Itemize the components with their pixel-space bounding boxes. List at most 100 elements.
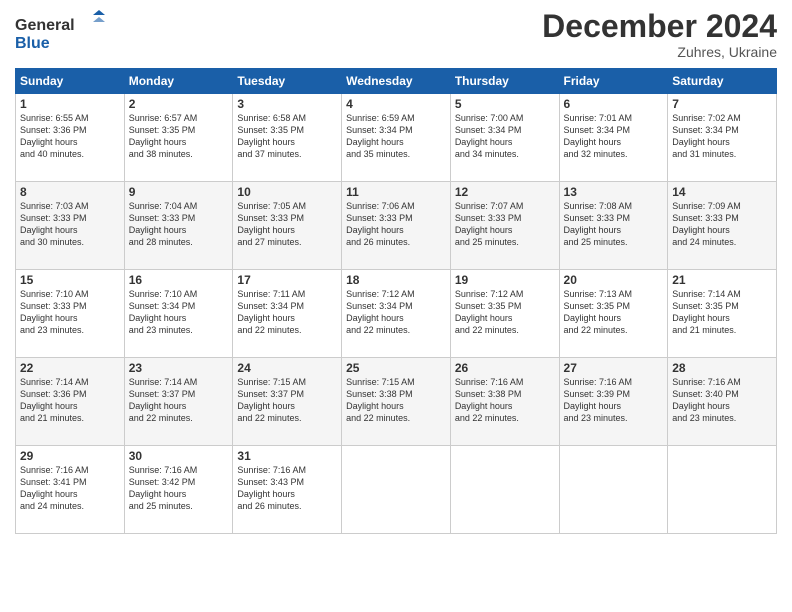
day-info: Sunrise: 7:03 AM Sunset: 3:33 PM Dayligh…: [20, 201, 89, 247]
table-row: 2 Sunrise: 6:57 AM Sunset: 3:35 PM Dayli…: [124, 94, 233, 182]
day-number: 21: [672, 273, 772, 287]
table-row: 14 Sunrise: 7:09 AM Sunset: 3:33 PM Dayl…: [668, 182, 777, 270]
day-info: Sunrise: 7:07 AM Sunset: 3:33 PM Dayligh…: [455, 201, 524, 247]
day-number: 9: [129, 185, 229, 199]
table-row: 26 Sunrise: 7:16 AM Sunset: 3:38 PM Dayl…: [450, 358, 559, 446]
table-row: 18 Sunrise: 7:12 AM Sunset: 3:34 PM Dayl…: [342, 270, 451, 358]
day-number: 8: [20, 185, 120, 199]
day-info: Sunrise: 7:05 AM Sunset: 3:33 PM Dayligh…: [237, 201, 306, 247]
table-row: 28 Sunrise: 7:16 AM Sunset: 3:40 PM Dayl…: [668, 358, 777, 446]
col-tuesday: Tuesday: [233, 69, 342, 94]
day-number: 13: [564, 185, 664, 199]
table-row: [668, 446, 777, 534]
col-wednesday: Wednesday: [342, 69, 451, 94]
day-info: Sunrise: 7:16 AM Sunset: 3:40 PM Dayligh…: [672, 377, 741, 423]
day-number: 2: [129, 97, 229, 111]
calendar-week-row: 29 Sunrise: 7:16 AM Sunset: 3:41 PM Dayl…: [16, 446, 777, 534]
table-row: 31 Sunrise: 7:16 AM Sunset: 3:43 PM Dayl…: [233, 446, 342, 534]
day-info: Sunrise: 7:01 AM Sunset: 3:34 PM Dayligh…: [564, 113, 633, 159]
table-row: 24 Sunrise: 7:15 AM Sunset: 3:37 PM Dayl…: [233, 358, 342, 446]
table-row: 9 Sunrise: 7:04 AM Sunset: 3:33 PM Dayli…: [124, 182, 233, 270]
day-number: 19: [455, 273, 555, 287]
day-info: Sunrise: 6:55 AM Sunset: 3:36 PM Dayligh…: [20, 113, 89, 159]
day-info: Sunrise: 7:10 AM Sunset: 3:33 PM Dayligh…: [20, 289, 89, 335]
day-info: Sunrise: 7:16 AM Sunset: 3:42 PM Dayligh…: [129, 465, 198, 511]
day-number: 1: [20, 97, 120, 111]
day-number: 29: [20, 449, 120, 463]
table-row: [559, 446, 668, 534]
logo-icon: General Blue: [15, 10, 105, 55]
table-row: 22 Sunrise: 7:14 AM Sunset: 3:36 PM Dayl…: [16, 358, 125, 446]
table-row: 6 Sunrise: 7:01 AM Sunset: 3:34 PM Dayli…: [559, 94, 668, 182]
calendar-week-row: 1 Sunrise: 6:55 AM Sunset: 3:36 PM Dayli…: [16, 94, 777, 182]
day-number: 25: [346, 361, 446, 375]
page-header: General Blue December 2024 Zuhres, Ukrai…: [15, 10, 777, 60]
day-number: 17: [237, 273, 337, 287]
table-row: 21 Sunrise: 7:14 AM Sunset: 3:35 PM Dayl…: [668, 270, 777, 358]
day-info: Sunrise: 7:14 AM Sunset: 3:35 PM Dayligh…: [672, 289, 741, 335]
day-info: Sunrise: 6:57 AM Sunset: 3:35 PM Dayligh…: [129, 113, 198, 159]
table-row: 20 Sunrise: 7:13 AM Sunset: 3:35 PM Dayl…: [559, 270, 668, 358]
calendar-table: Sunday Monday Tuesday Wednesday Thursday…: [15, 68, 777, 534]
day-info: Sunrise: 7:16 AM Sunset: 3:39 PM Dayligh…: [564, 377, 633, 423]
table-row: 1 Sunrise: 6:55 AM Sunset: 3:36 PM Dayli…: [16, 94, 125, 182]
table-row: 16 Sunrise: 7:10 AM Sunset: 3:34 PM Dayl…: [124, 270, 233, 358]
day-info: Sunrise: 7:12 AM Sunset: 3:35 PM Dayligh…: [455, 289, 524, 335]
col-thursday: Thursday: [450, 69, 559, 94]
title-section: December 2024 Zuhres, Ukraine: [542, 10, 777, 60]
day-info: Sunrise: 7:13 AM Sunset: 3:35 PM Dayligh…: [564, 289, 633, 335]
calendar-week-row: 22 Sunrise: 7:14 AM Sunset: 3:36 PM Dayl…: [16, 358, 777, 446]
col-monday: Monday: [124, 69, 233, 94]
table-row: [450, 446, 559, 534]
table-row: 23 Sunrise: 7:14 AM Sunset: 3:37 PM Dayl…: [124, 358, 233, 446]
day-number: 30: [129, 449, 229, 463]
day-info: Sunrise: 7:10 AM Sunset: 3:34 PM Dayligh…: [129, 289, 198, 335]
day-number: 22: [20, 361, 120, 375]
day-info: Sunrise: 7:00 AM Sunset: 3:34 PM Dayligh…: [455, 113, 524, 159]
day-info: Sunrise: 6:58 AM Sunset: 3:35 PM Dayligh…: [237, 113, 306, 159]
svg-text:General: General: [15, 17, 75, 34]
day-number: 15: [20, 273, 120, 287]
col-friday: Friday: [559, 69, 668, 94]
table-row: 30 Sunrise: 7:16 AM Sunset: 3:42 PM Dayl…: [124, 446, 233, 534]
day-number: 10: [237, 185, 337, 199]
day-info: Sunrise: 7:14 AM Sunset: 3:37 PM Dayligh…: [129, 377, 198, 423]
month-title: December 2024: [542, 10, 777, 42]
logo: General Blue: [15, 10, 105, 55]
table-row: 13 Sunrise: 7:08 AM Sunset: 3:33 PM Dayl…: [559, 182, 668, 270]
day-number: 24: [237, 361, 337, 375]
col-sunday: Sunday: [16, 69, 125, 94]
day-number: 12: [455, 185, 555, 199]
day-number: 20: [564, 273, 664, 287]
day-number: 6: [564, 97, 664, 111]
table-row: 7 Sunrise: 7:02 AM Sunset: 3:34 PM Dayli…: [668, 94, 777, 182]
day-info: Sunrise: 7:16 AM Sunset: 3:43 PM Dayligh…: [237, 465, 306, 511]
day-number: 3: [237, 97, 337, 111]
table-row: 29 Sunrise: 7:16 AM Sunset: 3:41 PM Dayl…: [16, 446, 125, 534]
day-number: 5: [455, 97, 555, 111]
table-row: 5 Sunrise: 7:00 AM Sunset: 3:34 PM Dayli…: [450, 94, 559, 182]
day-info: Sunrise: 7:06 AM Sunset: 3:33 PM Dayligh…: [346, 201, 415, 247]
day-number: 23: [129, 361, 229, 375]
table-row: 3 Sunrise: 6:58 AM Sunset: 3:35 PM Dayli…: [233, 94, 342, 182]
day-info: Sunrise: 7:11 AM Sunset: 3:34 PM Dayligh…: [237, 289, 305, 335]
day-info: Sunrise: 7:08 AM Sunset: 3:33 PM Dayligh…: [564, 201, 633, 247]
calendar-week-row: 15 Sunrise: 7:10 AM Sunset: 3:33 PM Dayl…: [16, 270, 777, 358]
day-number: 31: [237, 449, 337, 463]
table-row: 8 Sunrise: 7:03 AM Sunset: 3:33 PM Dayli…: [16, 182, 125, 270]
day-info: Sunrise: 6:59 AM Sunset: 3:34 PM Dayligh…: [346, 113, 415, 159]
table-row: 17 Sunrise: 7:11 AM Sunset: 3:34 PM Dayl…: [233, 270, 342, 358]
day-info: Sunrise: 7:02 AM Sunset: 3:34 PM Dayligh…: [672, 113, 741, 159]
day-info: Sunrise: 7:09 AM Sunset: 3:33 PM Dayligh…: [672, 201, 741, 247]
table-row: 11 Sunrise: 7:06 AM Sunset: 3:33 PM Dayl…: [342, 182, 451, 270]
day-number: 11: [346, 185, 446, 199]
calendar-header-row: Sunday Monday Tuesday Wednesday Thursday…: [16, 69, 777, 94]
day-number: 14: [672, 185, 772, 199]
day-number: 28: [672, 361, 772, 375]
day-info: Sunrise: 7:04 AM Sunset: 3:33 PM Dayligh…: [129, 201, 198, 247]
day-info: Sunrise: 7:16 AM Sunset: 3:41 PM Dayligh…: [20, 465, 89, 511]
table-row: 27 Sunrise: 7:16 AM Sunset: 3:39 PM Dayl…: [559, 358, 668, 446]
day-number: 4: [346, 97, 446, 111]
day-info: Sunrise: 7:12 AM Sunset: 3:34 PM Dayligh…: [346, 289, 415, 335]
table-row: 4 Sunrise: 6:59 AM Sunset: 3:34 PM Dayli…: [342, 94, 451, 182]
